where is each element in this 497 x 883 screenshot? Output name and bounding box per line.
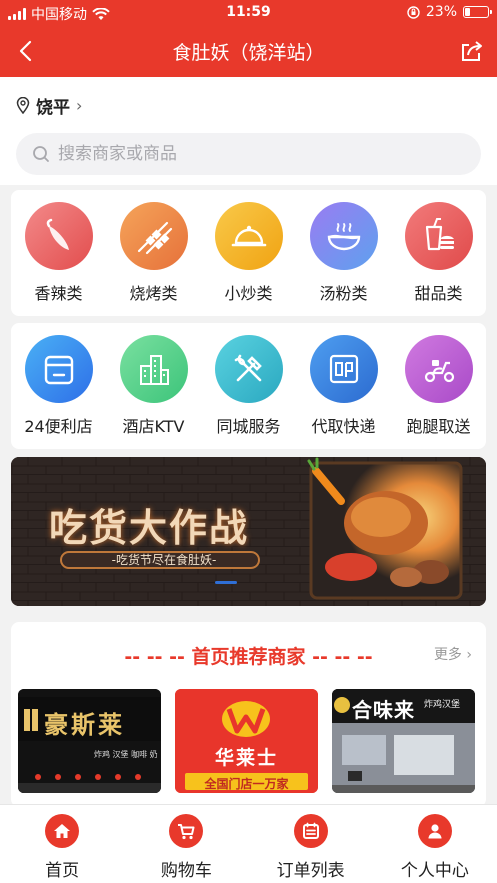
soup-bowl-icon [309,202,378,270]
category-label: 24便利店 [24,417,93,436]
category-errand[interactable]: 跑腿取送 [394,335,484,437]
chevron-right-icon: › [466,647,472,663]
cloche-icon [214,202,283,270]
service-categories: 24便利店 酒店KTV 同城服务 代取快递 跑腿取送 [11,323,486,449]
scooter-icon [404,335,473,403]
recommended-shops: -- -- -- 首页推荐商家 -- -- -- 更多 › 豪斯莱 炸鸡 汉堡 … [11,622,486,807]
category-soup-noodle[interactable]: 汤粉类 [299,202,389,304]
battery-icon [463,6,492,18]
category-label: 香辣类 [34,284,83,303]
status-bar: 中国移动 11:59 23% [0,0,497,26]
user-icon [417,814,452,848]
battery-percent: 23% [425,4,457,20]
more-link[interactable]: 更多 › [434,644,472,664]
shop-tags: 炸鸡 汉堡 咖啡 奶 [94,750,158,759]
tab-label: 订单列表 [276,861,345,881]
shop-card-wallace[interactable]: 华莱士 全国门店一万家 [175,689,318,793]
shop-slogan: 全国门店一万家 [204,777,289,791]
tab-label: 个人中心 [400,861,469,881]
category-spicy[interactable]: 香辣类 [14,202,104,304]
bottom-tab-bar: 首页 购物车 订单列表 个人中心 [0,804,497,883]
category-bbq[interactable]: 烧烤类 [109,202,199,304]
category-label: 跑腿取送 [406,417,471,436]
tab-orders[interactable]: 订单列表 [251,805,371,883]
category-hotel-ktv[interactable]: 酒店KTV [109,335,199,437]
search-bar[interactable] [16,133,481,175]
banner-headline: 吃货大作战 [49,505,250,550]
category-stirfry[interactable]: 小炒类 [204,202,294,304]
tab-label: 购物车 [160,861,212,881]
category-label: 甜品类 [414,284,463,303]
shop-name: 豪斯莱 [44,711,125,739]
drink-burger-icon [404,202,473,270]
tab-home[interactable]: 首页 [2,805,122,883]
search-input[interactable] [58,144,438,164]
category-local-service[interactable]: 同城服务 [204,335,294,437]
mail-icon [309,335,378,403]
location-pin-icon [16,97,30,114]
tools-icon [214,335,283,403]
shop-name: 合味来 [352,698,415,722]
order-list-icon [293,814,328,848]
category-label: 汤粉类 [319,284,368,303]
page-title: 食肚妖（饶洋站） [172,42,325,64]
cart-icon [169,814,204,848]
category-dessert[interactable]: 甜品类 [394,202,484,304]
tab-profile[interactable]: 个人中心 [375,805,495,883]
category-convenience-store[interactable]: 24便利店 [14,335,104,437]
shop-tags: 炸鸡汉堡 [424,700,461,710]
category-label: 小炒类 [224,284,273,303]
chevron-right-icon: › [76,96,83,115]
header-area: 饶平 › [0,77,497,185]
shop-name: 华莱士 [214,747,278,769]
category-label: 代取快递 [311,417,376,436]
more-label: 更多 [433,647,462,663]
share-icon[interactable] [459,38,485,64]
shop-card-hewei[interactable]: 合味来 炸鸡汉堡 [332,689,475,793]
nav-bar: 食肚妖（饶洋站） [0,26,497,77]
chili-icon [24,202,93,270]
banner-subline: -吃货节尽在食肚妖- [111,553,217,567]
shop-card-haosilai[interactable]: 豪斯莱 炸鸡 汉堡 咖啡 奶 [18,689,161,793]
buildings-icon [119,335,188,403]
category-parcel-pickup[interactable]: 代取快递 [299,335,389,437]
location-selector[interactable]: 饶平 › [16,93,82,118]
store-icon [24,335,93,403]
orientation-lock-icon [407,5,420,19]
tab-label: 首页 [45,861,80,881]
skewer-icon [119,202,188,270]
section-title: -- -- -- 首页推荐商家 -- -- -- [124,646,373,668]
category-label: 烧烤类 [129,284,178,303]
tab-cart[interactable]: 购物车 [126,805,246,883]
promo-banner[interactable]: 吃货大作战 -吃货节尽在食肚妖- [11,457,486,606]
home-icon [45,814,80,848]
food-categories: 香辣类 烧烤类 小炒类 汤粉类 甜品类 [11,190,486,316]
search-icon [33,146,49,162]
category-label: 同城服务 [216,417,281,436]
category-label: 酒店KTV [122,417,185,436]
location-name: 饶平 [36,98,70,118]
